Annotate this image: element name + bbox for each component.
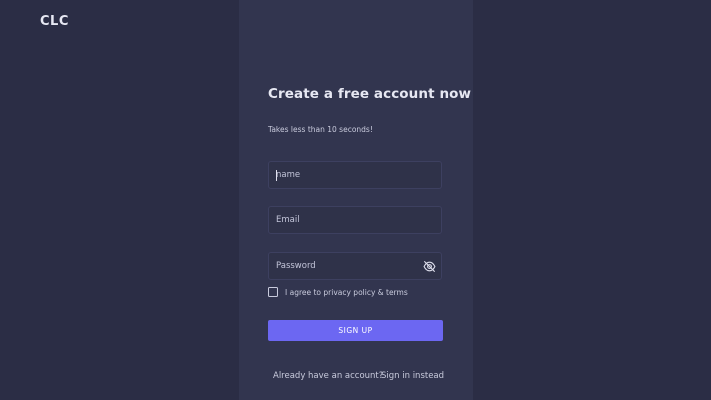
password-field-container xyxy=(268,252,442,280)
email-field-container xyxy=(268,206,442,234)
text-cursor xyxy=(276,170,277,181)
name-input[interactable] xyxy=(269,162,441,188)
brand-logo[interactable]: CLC xyxy=(40,14,69,29)
signin-prompt: Already have an account? xyxy=(273,371,384,381)
password-input[interactable] xyxy=(269,253,441,279)
form-subtitle: Takes less than 10 seconds! xyxy=(268,125,373,134)
signup-page: CLC Create a free account now Takes less… xyxy=(0,0,711,400)
form-title: Create a free account now xyxy=(268,86,472,102)
agree-label[interactable]: I agree to privacy policy & terms xyxy=(285,288,408,297)
agree-terms: I agree to privacy policy & terms xyxy=(268,286,408,298)
sign-in-link[interactable]: Sign in instead xyxy=(381,371,444,381)
eye-off-icon[interactable] xyxy=(423,261,436,272)
sign-up-button[interactable]: SIGN UP xyxy=(268,320,443,341)
name-field-container xyxy=(268,161,442,189)
agree-checkbox[interactable] xyxy=(268,287,278,297)
email-input[interactable] xyxy=(269,207,441,233)
